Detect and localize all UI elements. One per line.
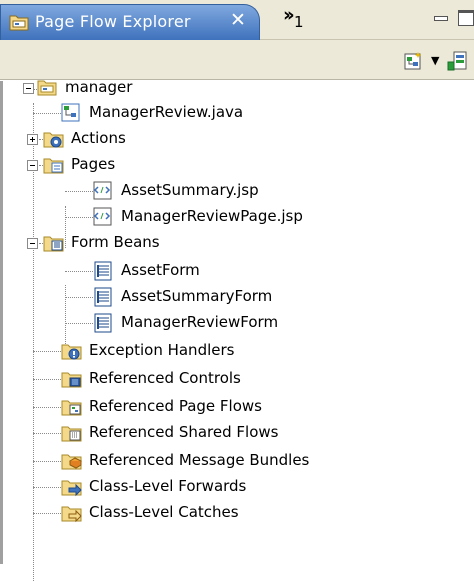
jsp-file-icon <box>93 181 113 201</box>
tree-node-referenced-message-bundles[interactable]: Referenced Message Bundles <box>3 448 403 474</box>
tree-node-class-level-catches[interactable]: Class-Level Catches <box>3 500 343 526</box>
overflow-chevron-icon[interactable]: ›› <box>283 4 295 26</box>
expand-icon[interactable] <box>27 134 38 145</box>
tree-node-label: ManagerReviewPage.jsp <box>121 207 303 225</box>
tree-node-label: Exception Handlers <box>89 341 235 359</box>
view-tab-bar: Page Flow Explorer ✕ ›› 1 <box>0 0 474 40</box>
collapse-icon[interactable] <box>23 83 34 94</box>
forwards-folder-icon <box>61 477 82 497</box>
shared-flows-folder-icon <box>61 423 82 443</box>
tree-node-label: AssetSummaryForm <box>121 287 273 305</box>
tree-node-managerreviewpage-jsp[interactable]: ManagerReviewPage.jsp <box>3 204 343 230</box>
jsp-file-icon <box>93 207 113 227</box>
page-flow-folder-icon <box>37 78 57 98</box>
tree-node-label: ManagerReview.java <box>89 103 244 121</box>
tree-node-actions[interactable]: Actions <box>3 126 203 152</box>
tree-node-class-level-forwards[interactable]: Class-Level Forwards <box>3 474 343 500</box>
new-page-flow-icon[interactable] <box>404 51 424 71</box>
form-bean-icon <box>93 287 113 307</box>
tree-node-referenced-controls[interactable]: Referenced Controls <box>3 366 323 392</box>
collapse-icon[interactable] <box>27 160 38 171</box>
java-class-icon <box>61 103 81 123</box>
tree-node-label: Actions <box>71 129 126 147</box>
tree-node-form-beans[interactable]: Form Beans <box>3 230 243 256</box>
form-beans-folder-icon <box>43 233 64 253</box>
dropdown-arrow-icon[interactable]: ▼ <box>431 54 439 67</box>
tree-node-managerreview-java[interactable]: ManagerReview.java <box>3 100 303 126</box>
page-flows-folder-icon <box>61 397 82 417</box>
tab-page-flow-explorer[interactable]: Page Flow Explorer ✕ <box>0 4 260 40</box>
form-bean-icon <box>93 313 113 333</box>
tree-node-managerreviewform[interactable]: ManagerReviewForm <box>3 310 333 336</box>
tree-node-label: Class-Level Catches <box>89 503 239 521</box>
pages-folder-icon <box>43 155 64 175</box>
page-flow-tree[interactable]: manager ManagerReview.java Actions Pages… <box>0 78 474 581</box>
page-flow-folder-icon <box>9 13 29 35</box>
form-bean-icon <box>93 261 113 281</box>
catches-folder-icon <box>61 503 82 523</box>
overflow-count[interactable]: 1 <box>294 13 304 31</box>
tree-node-label: ManagerReviewForm <box>121 313 279 331</box>
tree-node-assetform[interactable]: AssetForm <box>3 258 263 284</box>
tree-node-label: Form Beans <box>71 233 160 251</box>
tree-node-label: Referenced Controls <box>89 369 241 387</box>
collapse-icon[interactable] <box>27 238 38 249</box>
minimize-icon[interactable] <box>434 16 448 21</box>
tree-node-label: Referenced Page Flows <box>89 397 262 415</box>
close-icon[interactable]: ✕ <box>227 9 249 31</box>
actions-folder-icon <box>43 129 64 149</box>
tree-node-label: Referenced Shared Flows <box>89 423 279 441</box>
tree-node-manager[interactable]: manager <box>3 75 203 101</box>
tab-title: Page Flow Explorer <box>35 12 191 31</box>
tree-node-label: Class-Level Forwards <box>89 477 247 495</box>
tree-node-assetsummary-jsp[interactable]: AssetSummary.jsp <box>3 178 303 204</box>
tree-node-assetsummaryform[interactable]: AssetSummaryForm <box>3 284 323 310</box>
tree-node-label: AssetSummary.jsp <box>121 181 259 199</box>
view-toolbar: ▼ <box>0 40 474 80</box>
tree-node-label: Referenced Message Bundles <box>89 451 310 469</box>
tree-node-label: manager <box>65 78 133 96</box>
tree-node-pages[interactable]: Pages <box>3 152 203 178</box>
tree-node-label: Pages <box>71 155 116 173</box>
tree-node-label: AssetForm <box>121 261 200 279</box>
message-bundles-folder-icon <box>61 451 83 471</box>
maximize-icon[interactable] <box>458 10 474 26</box>
refresh-view-icon[interactable] <box>447 50 469 72</box>
tree-node-exception-handlers[interactable]: Exception Handlers <box>3 338 303 364</box>
tree-node-referenced-page-flows[interactable]: Referenced Page Flows <box>3 394 343 420</box>
tree-node-referenced-shared-flows[interactable]: Referenced Shared Flows <box>3 420 363 446</box>
controls-folder-icon <box>61 369 82 389</box>
exception-handlers-folder-icon <box>61 341 82 361</box>
